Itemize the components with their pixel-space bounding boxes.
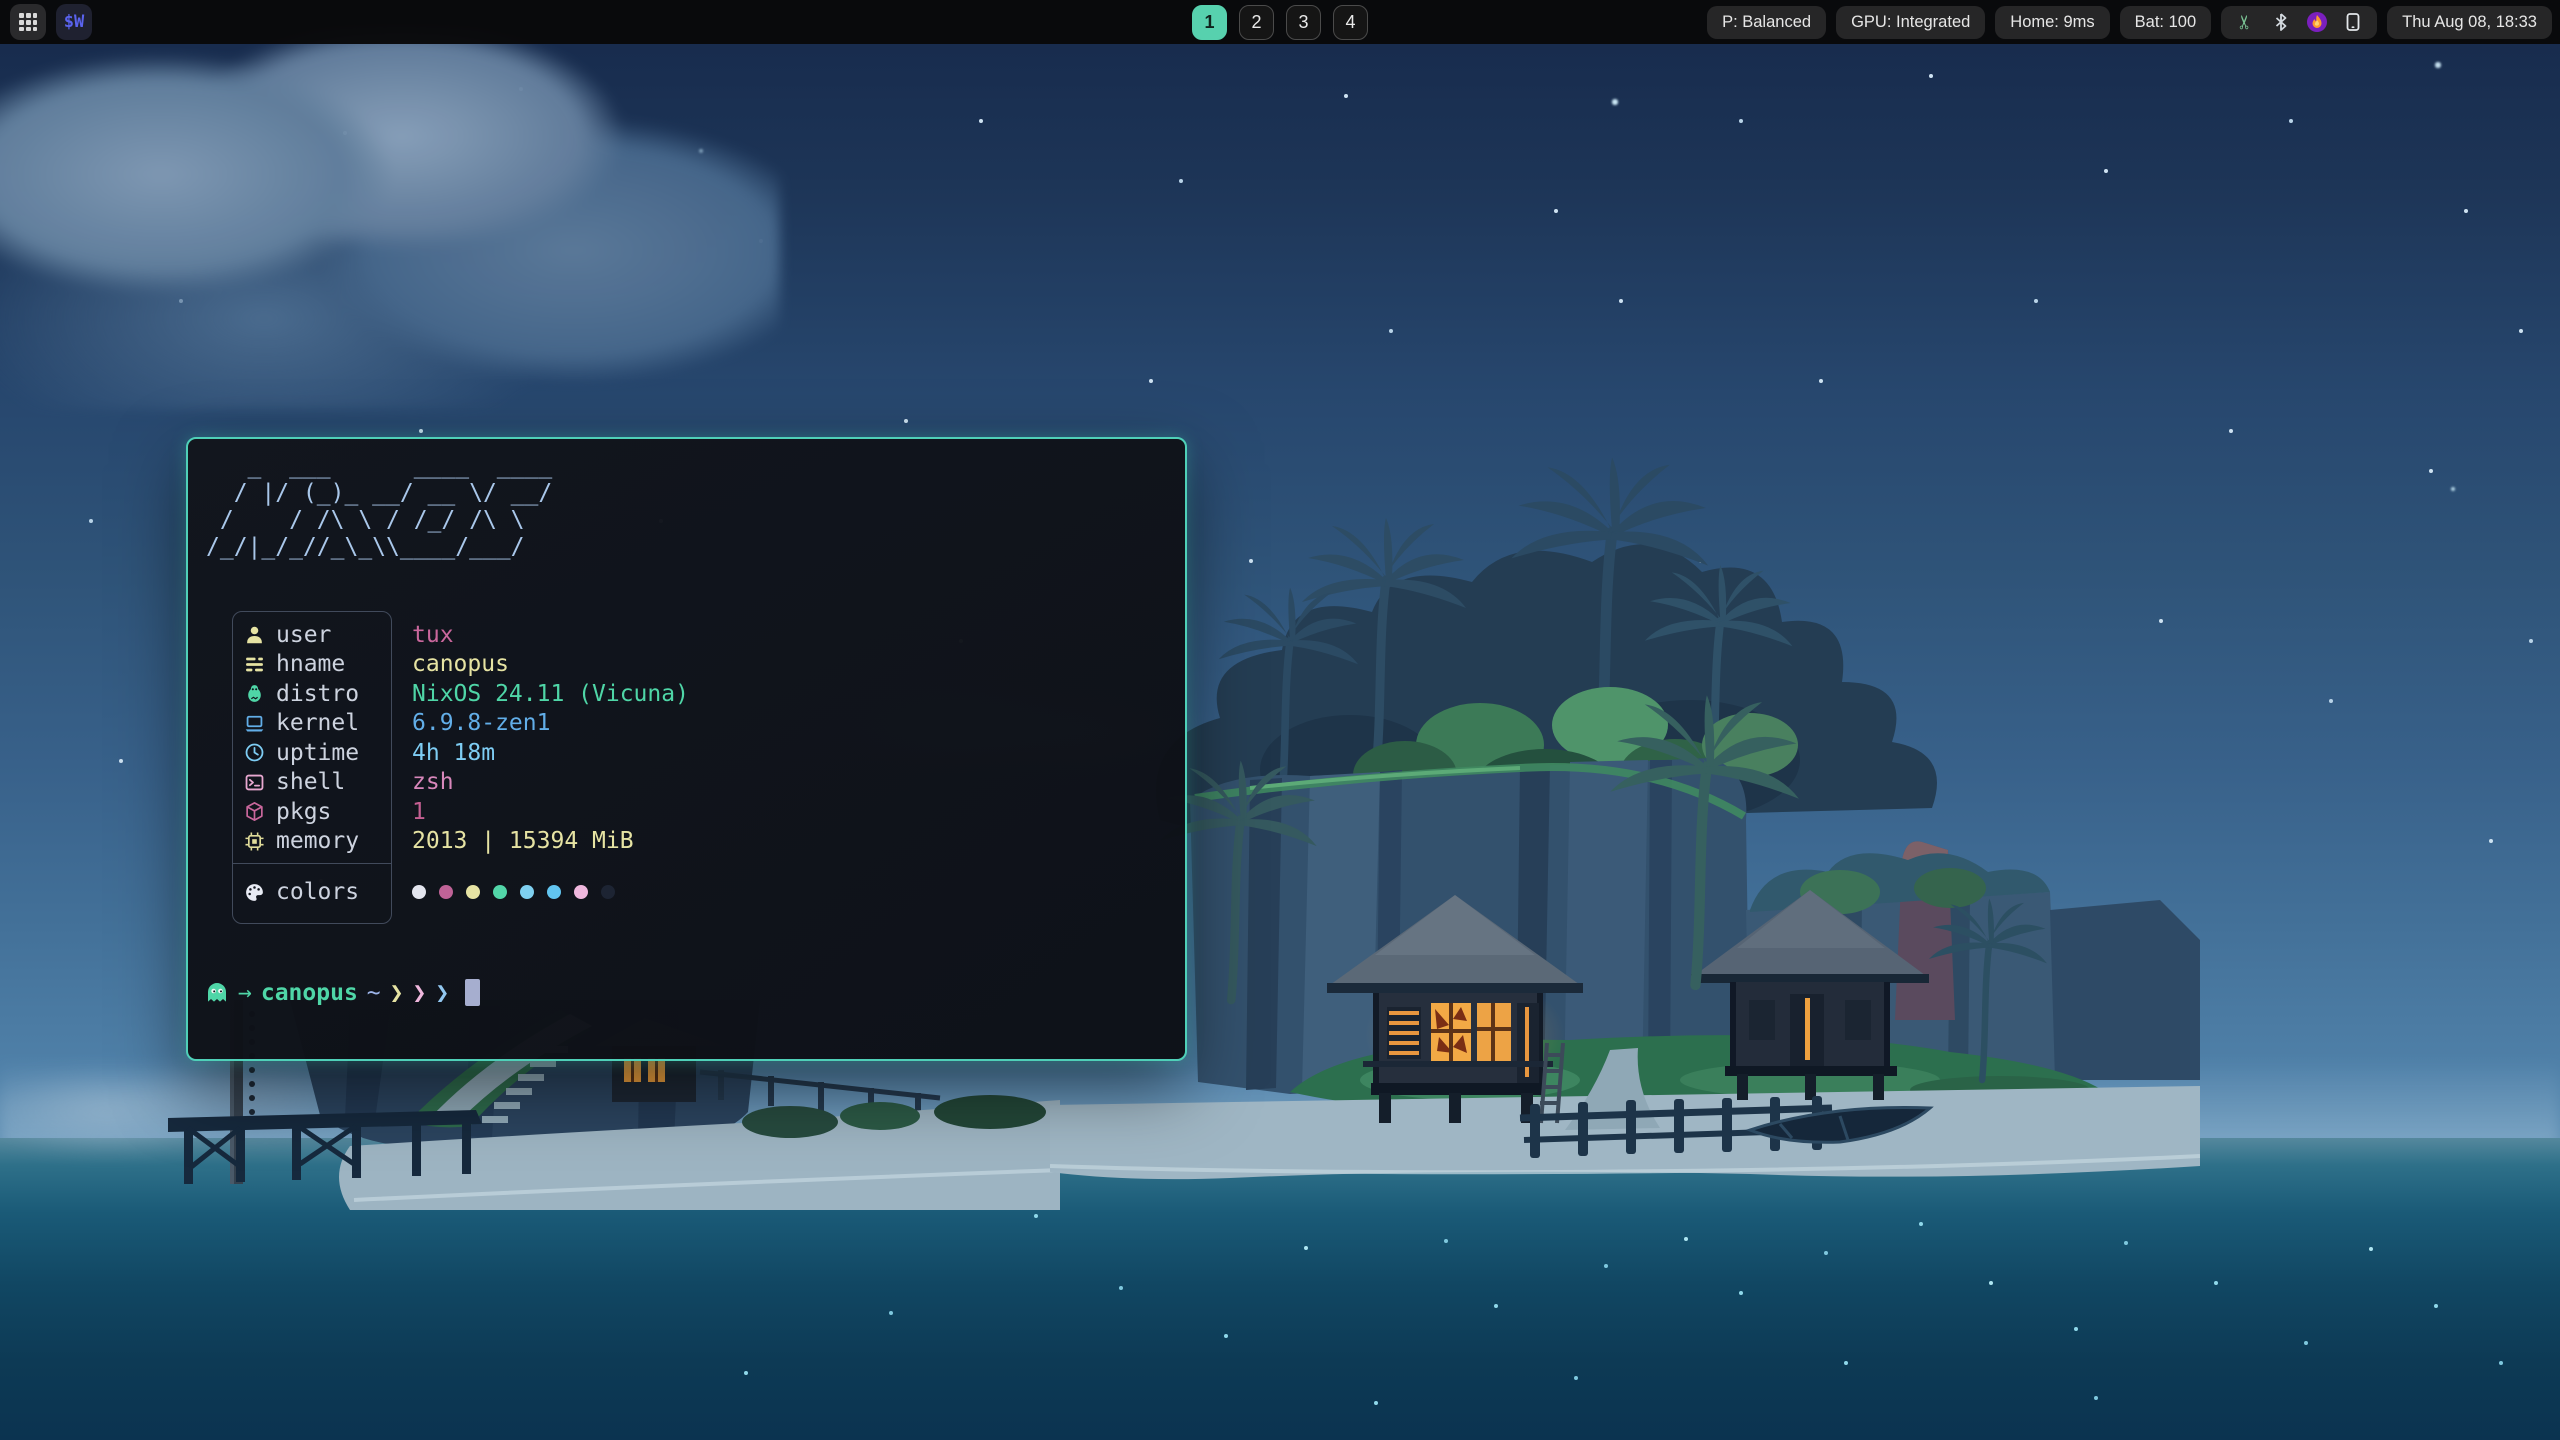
status-bar: $W 1 2 3 4 P: Balanced GPU: Integrated H… (0, 0, 2560, 44)
fetch-value: 4h 18m (412, 740, 495, 766)
scissors-icon[interactable]: ✂ (2234, 11, 2256, 33)
cloud (1380, 0, 2560, 360)
fetch-label: colors (276, 879, 392, 905)
fetch-label: uptime (276, 740, 392, 766)
hostname-icon (232, 654, 276, 675)
workspace-label: 2 (1251, 12, 1261, 33)
fetch-label: shell (276, 769, 392, 795)
workspace-switcher: 1 2 3 4 (1192, 5, 1368, 40)
ping-pill[interactable]: Home: 9ms (1995, 6, 2109, 39)
ping-label: Home: 9ms (2010, 13, 2094, 32)
fetch-row-uptime: uptime 4h 18m (232, 738, 992, 768)
workspace-pill-4[interactable]: 4 (1333, 5, 1368, 40)
shell-prompt[interactable]: → canopus ~ ❯ ❯ ❯ (205, 979, 480, 1006)
gpu-status-label: GPU: Integrated (1851, 13, 1970, 32)
desktop: $W 1 2 3 4 P: Balanced GPU: Integrated H… (0, 0, 2560, 1440)
workspace-pill-3[interactable]: 3 (1286, 5, 1321, 40)
fetch-row-memory: memory 2013 | 15394 MiB (232, 827, 992, 857)
gpu-status-pill[interactable]: GPU: Integrated (1836, 6, 1985, 39)
fetch-row-distro: distro NixOS 24.11 (Vicuna) (232, 679, 992, 709)
color-swatch (412, 885, 426, 899)
fetch-value: 2013 | 15394 MiB (412, 828, 634, 854)
ghost-icon (205, 981, 229, 1005)
fetch-value: 1 (412, 799, 426, 825)
fetch-value: tux (412, 622, 454, 648)
fetch-label: distro (276, 681, 392, 707)
flame-icon[interactable] (2306, 11, 2328, 33)
prompt-hostname: canopus (261, 980, 358, 1006)
terminal-window[interactable]: _ ___ ____ ____ / |/ (_)_ __/ __ \/ __/ … (186, 437, 1187, 1061)
fetch-row-user: user tux (232, 620, 992, 650)
battery-label: Bat: 100 (2135, 13, 2196, 32)
battery-pill[interactable]: Bat: 100 (2120, 6, 2211, 39)
clock-pill[interactable]: Thu Aug 08, 18:33 (2387, 6, 2552, 39)
prompt-arrow: → (238, 980, 252, 1006)
distro-icon (232, 683, 276, 704)
cloud (2240, 660, 2560, 820)
fetch-label: pkgs (276, 799, 392, 825)
workspace-label: 3 (1298, 12, 1308, 33)
power-profile-pill[interactable]: P: Balanced (1707, 6, 1826, 39)
fetch-row-hname: hname canopus (232, 650, 992, 680)
prompt-chevron: ❯ (390, 980, 404, 1006)
palette-icon (232, 882, 276, 903)
app-launcher-button[interactable] (10, 4, 46, 40)
workspace-pill-2[interactable]: 2 (1239, 5, 1274, 40)
fetch-row-shell: shell zsh (232, 768, 992, 798)
shell-icon (232, 772, 276, 793)
fetch-value: 6.9.8-zen1 (412, 710, 550, 736)
workspace-pill-1[interactable]: 1 (1192, 5, 1227, 40)
memory-icon (232, 831, 276, 852)
fetch-info: user tux hname canopus distro NixOS 24.1… (232, 611, 992, 924)
terminal-color-palette (412, 885, 615, 899)
fetch-divider (232, 863, 392, 864)
workspace-label: 1 (1204, 12, 1214, 33)
fetch-label: user (276, 622, 392, 648)
color-swatch (493, 885, 507, 899)
fetch-row-pkgs: pkgs 1 (232, 797, 992, 827)
fetch-label: kernel (276, 710, 392, 736)
system-tray: ✂ (2221, 6, 2377, 39)
workspace-label: 4 (1345, 12, 1355, 33)
color-swatch (574, 885, 588, 899)
fetch-label: hname (276, 651, 392, 677)
cloud (0, 30, 780, 410)
fetch-row-colors: colors (232, 870, 992, 914)
packages-icon (232, 801, 276, 822)
prompt-chevron: ❯ (435, 980, 449, 1006)
color-swatch (466, 885, 480, 899)
clock-label: Thu Aug 08, 18:33 (2402, 13, 2537, 32)
uptime-icon (232, 742, 276, 763)
user-icon (232, 624, 276, 645)
power-profile-label: P: Balanced (1722, 13, 1811, 32)
color-swatch (601, 885, 615, 899)
nixos-ascii-logo: _ ___ ____ ____ / |/ (_)_ __/ __ \/ __/ … (206, 453, 552, 561)
special-workspace-label: $W (64, 12, 84, 32)
kernel-icon (232, 713, 276, 734)
fetch-label: memory (276, 828, 392, 854)
fetch-value: NixOS 24.11 (Vicuna) (412, 681, 689, 707)
fetch-value: zsh (412, 769, 454, 795)
special-workspace-button[interactable]: $W (56, 4, 92, 40)
fetch-row-kernel: kernel 6.9.8-zen1 (232, 709, 992, 739)
apps-grid-icon (18, 12, 38, 32)
phone-icon[interactable] (2342, 11, 2364, 33)
bluetooth-icon[interactable] (2270, 11, 2292, 33)
color-swatch (520, 885, 534, 899)
prompt-chevron: ❯ (413, 980, 427, 1006)
color-swatch (547, 885, 561, 899)
terminal-cursor (465, 979, 480, 1006)
prompt-path: ~ (367, 980, 381, 1006)
fetch-value: canopus (412, 651, 509, 677)
color-swatch (439, 885, 453, 899)
island-illustration (1050, 440, 2200, 1200)
